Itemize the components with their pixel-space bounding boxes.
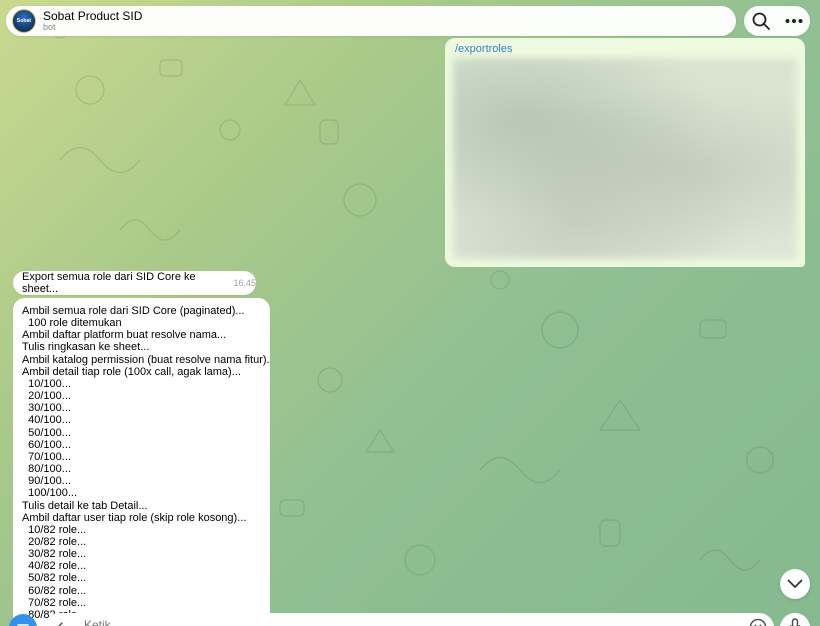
search-icon (752, 12, 770, 30)
log-line: 50/82 role... (22, 572, 87, 585)
chat-subtitle: bot (43, 21, 56, 32)
message-time: 16.45 (233, 278, 256, 288)
log-line: Ambil daftar user tiap role (skip role k… (22, 511, 247, 524)
command-link[interactable]: /exportroles (455, 43, 512, 55)
chat-title: Sobat Product SID (43, 8, 143, 23)
microphone-button[interactable] (780, 613, 810, 626)
log-line: 30/100... (22, 402, 71, 415)
log-line: 20/82 role... (22, 535, 87, 548)
log-line: Ambil detail tiap role (100x call, agak … (22, 365, 241, 378)
progress-log: Ambil semua role dari SID Core (paginate… (22, 305, 270, 621)
log-line: 100 role ditemukan (22, 317, 122, 330)
message-input[interactable] (82, 617, 686, 626)
log-line: 60/100... (22, 438, 71, 451)
log-line: 50/100... (22, 426, 71, 439)
incoming-progress-message[interactable]: Ambil semua role dari SID Core (paginate… (13, 298, 270, 626)
message-text: Export semua role dari SID Core ke sheet… (22, 271, 196, 295)
microphone-icon (789, 618, 801, 626)
log-line: Tulis ringkasan ke sheet... (22, 341, 150, 354)
message-composer[interactable] (44, 613, 774, 626)
log-line: 90/100... (22, 475, 71, 488)
header-actions (744, 6, 810, 36)
search-button[interactable] (750, 10, 772, 32)
log-line: Ambil katalog permission (buat resolve n… (22, 353, 270, 366)
log-line: 20/100... (22, 390, 71, 403)
log-line: Ambil daftar platform buat resolve nama.… (22, 329, 227, 342)
incoming-message[interactable]: Export semua role dari SID Core ke sheet… (13, 271, 256, 295)
chat-title-block[interactable]: Sobat Product SID bot (43, 10, 142, 32)
more-icon (785, 19, 802, 23)
log-line: 100/100... (22, 487, 78, 500)
chevron-down-icon (787, 579, 803, 588)
chat-header[interactable]: Sobat Sobat Product SID bot (6, 6, 736, 36)
log-line: 10/82 role... (22, 523, 87, 536)
log-line: 10/100... (22, 377, 71, 390)
log-line: 70/100... (22, 450, 71, 463)
avatar[interactable]: Sobat (12, 9, 36, 33)
sticker-icon[interactable] (748, 617, 768, 626)
log-line: 60/82 role... (22, 584, 87, 597)
scroll-down-button[interactable] (780, 569, 810, 599)
blurred-content (453, 58, 797, 259)
log-line: 80/100... (22, 463, 71, 476)
log-line: 30/82 role... (22, 548, 87, 561)
outgoing-message[interactable]: /exportroles (445, 38, 805, 267)
log-line: Ambil semua role dari SID Core (paginate… (22, 305, 245, 317)
log-line: 40/82 role... (22, 560, 87, 573)
log-line: Tulis detail ke tab Detail... (22, 499, 148, 512)
log-line: 70/82 role... (22, 596, 87, 609)
more-button[interactable] (783, 10, 805, 32)
log-line: 40/100... (22, 414, 71, 427)
paperclip-icon[interactable] (50, 619, 68, 626)
avatar-text: Sobat (16, 18, 32, 24)
